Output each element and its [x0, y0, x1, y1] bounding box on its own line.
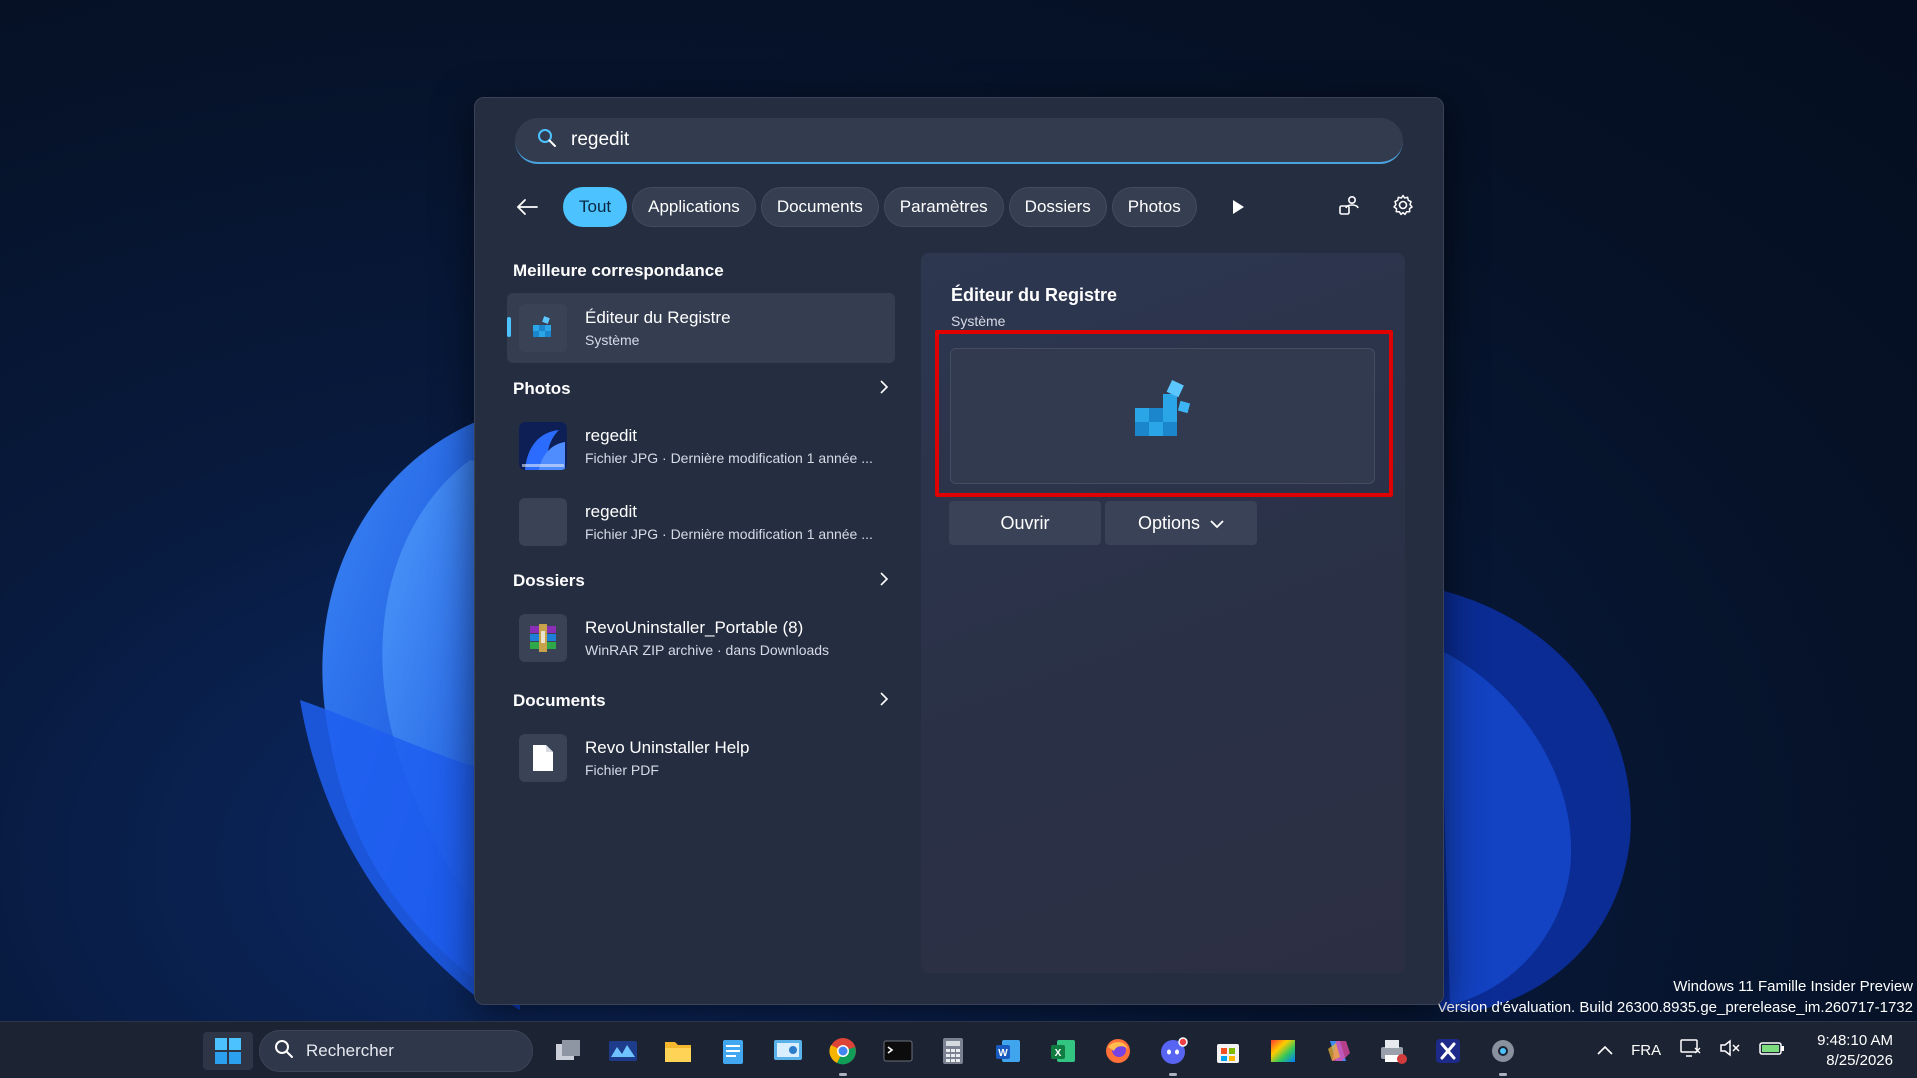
results-list: Meilleure correspondance Éditeur du Regi…	[507, 261, 899, 793]
photo-result-title: regedit	[585, 426, 637, 445]
accounts-switch-icon[interactable]	[1337, 193, 1361, 222]
language-indicator[interactable]: FRA	[1631, 1042, 1661, 1059]
photo-placeholder-icon	[519, 498, 567, 546]
options-button[interactable]: Options	[1105, 501, 1257, 545]
clock-date: 8/25/2026	[1826, 1051, 1893, 1069]
chevron-right-icon[interactable]	[879, 379, 889, 399]
start-search-panel: regedit Tout Applications Documents Para…	[474, 97, 1444, 1005]
firefox-icon[interactable]	[1098, 1032, 1138, 1070]
photo-result-title: regedit	[585, 502, 637, 521]
chevron-right-icon[interactable]	[879, 691, 889, 711]
search-icon	[274, 1039, 294, 1064]
photo-result-item[interactable]: regedit Fichier JPG · Dernière modificat…	[507, 487, 895, 557]
color-app-icon[interactable]	[1263, 1032, 1303, 1070]
folder-result-title: RevoUninstaller_Portable (8)	[585, 618, 804, 637]
filter-chip-tout[interactable]: Tout	[563, 187, 628, 227]
photo-result-item[interactable]: regedit Fichier JPG · Dernière modificat…	[507, 411, 895, 481]
widgets-icon[interactable]	[603, 1032, 643, 1070]
watermark-line-2: Version d'évaluation. Build 26300.8935.g…	[1437, 999, 1913, 1016]
filter-chip-photos[interactable]: Photos	[1111, 187, 1197, 227]
winrar-archive-icon	[519, 614, 567, 662]
windows-start-icon[interactable]	[203, 1032, 253, 1070]
calculator-icon[interactable]	[933, 1032, 973, 1070]
file-explorer-icon[interactable]	[658, 1032, 698, 1070]
photo-result-subtitle: Fichier JPG · Dernière modification 1 an…	[585, 526, 873, 542]
taskbar: Rechercher W X FRA 9:48:10 AM 8/25/2026	[0, 1021, 1917, 1078]
document-result-title: Revo Uninstaller Help	[585, 738, 750, 757]
notepad-icon[interactable]	[713, 1032, 753, 1070]
detail-subtitle: Système	[951, 313, 1006, 329]
search-query[interactable]: regedit	[571, 129, 629, 151]
more-filters-play-icon[interactable]	[1224, 193, 1252, 221]
open-button[interactable]: Ouvrir	[949, 501, 1101, 545]
photo-result-subtitle: Fichier JPG · Dernière modification 1 an…	[585, 450, 873, 466]
best-match-subtitle: Système	[585, 332, 640, 348]
volume-muted-icon[interactable]	[1719, 1038, 1741, 1063]
clock[interactable]: 9:48:10 AM 8/25/2026	[1817, 1031, 1893, 1071]
photos-heading: Photos	[513, 379, 571, 398]
taskbar-search-label: Rechercher	[306, 1041, 394, 1060]
detail-pane: Éditeur du Registre Système Ouvrir Optio…	[921, 253, 1405, 973]
taskbar-apps: W X	[548, 1032, 1523, 1076]
gear-icon[interactable]	[1391, 193, 1415, 222]
chevron-up-icon[interactable]	[1597, 1042, 1613, 1060]
pdf-file-icon	[519, 734, 567, 782]
taskbar-search[interactable]: Rechercher	[259, 1030, 533, 1072]
options-label: Options	[1137, 512, 1201, 533]
battery-icon[interactable]	[1759, 1039, 1785, 1062]
settings-icon[interactable]	[1483, 1032, 1523, 1076]
documents-heading: Documents	[513, 691, 606, 710]
terminal-icon[interactable]	[878, 1032, 918, 1070]
system-tray: FRA 9:48:10 AM 8/25/2026	[1597, 1022, 1893, 1078]
discord-icon[interactable]	[1153, 1032, 1193, 1076]
registry-editor-icon	[519, 304, 567, 352]
store-icon[interactable]	[1208, 1032, 1248, 1070]
filter-bar: Tout Applications Documents Paramètres D…	[511, 186, 1415, 228]
chevron-down-icon	[1210, 513, 1224, 534]
folder-result-subtitle: WinRAR ZIP archive · dans Downloads	[585, 642, 830, 658]
copilot-icon[interactable]	[1318, 1032, 1358, 1070]
filter-chip-documents[interactable]: Documents	[760, 187, 879, 227]
search-icon	[537, 128, 557, 153]
back-arrow-icon[interactable]	[511, 191, 543, 223]
photos-section-header[interactable]: Photos	[507, 375, 899, 403]
svg-text:W: W	[998, 1048, 1008, 1059]
printer-app-icon[interactable]	[1373, 1032, 1413, 1070]
best-match-item[interactable]: Éditeur du Registre Système	[507, 293, 895, 363]
detail-title: Éditeur du Registre	[951, 285, 1118, 305]
filter-chip-dossiers[interactable]: Dossiers	[1008, 187, 1107, 227]
filter-chip-parametres[interactable]: Paramètres	[883, 187, 1004, 227]
svg-text:X: X	[1055, 1048, 1062, 1059]
best-match-heading: Meilleure correspondance	[513, 261, 724, 280]
x-icon[interactable]	[1428, 1032, 1468, 1070]
document-result-subtitle: Fichier PDF	[585, 762, 659, 778]
control-panel-icon[interactable]	[768, 1032, 808, 1070]
chrome-icon[interactable]	[823, 1032, 863, 1076]
folders-heading: Dossiers	[513, 571, 585, 590]
windows-watermark: Windows 11 Famille Insider Preview Versi…	[1437, 976, 1913, 1018]
word-icon[interactable]: W	[988, 1032, 1028, 1070]
chevron-right-icon[interactable]	[879, 571, 889, 591]
red-highlight-box	[935, 330, 1393, 497]
document-result-item[interactable]: Revo Uninstaller Help Fichier PDF	[507, 723, 895, 793]
filter-chip-applications[interactable]: Applications	[632, 187, 756, 227]
best-match-title: Éditeur du Registre	[585, 308, 731, 327]
watermark-line-1: Windows 11 Famille Insider Preview	[1673, 978, 1913, 995]
folder-result-item[interactable]: RevoUninstaller_Portable (8) WinRAR ZIP …	[507, 603, 895, 673]
clock-time: 9:48:10 AM	[1817, 1031, 1893, 1049]
photo-thumbnail-icon	[519, 422, 567, 470]
network-icon[interactable]	[1679, 1038, 1701, 1063]
task-view-icon[interactable]	[548, 1032, 588, 1070]
documents-section-header[interactable]: Documents	[507, 687, 899, 715]
search-box[interactable]: regedit	[515, 118, 1403, 164]
folders-section-header[interactable]: Dossiers	[507, 567, 899, 595]
excel-icon[interactable]: X	[1043, 1032, 1083, 1070]
